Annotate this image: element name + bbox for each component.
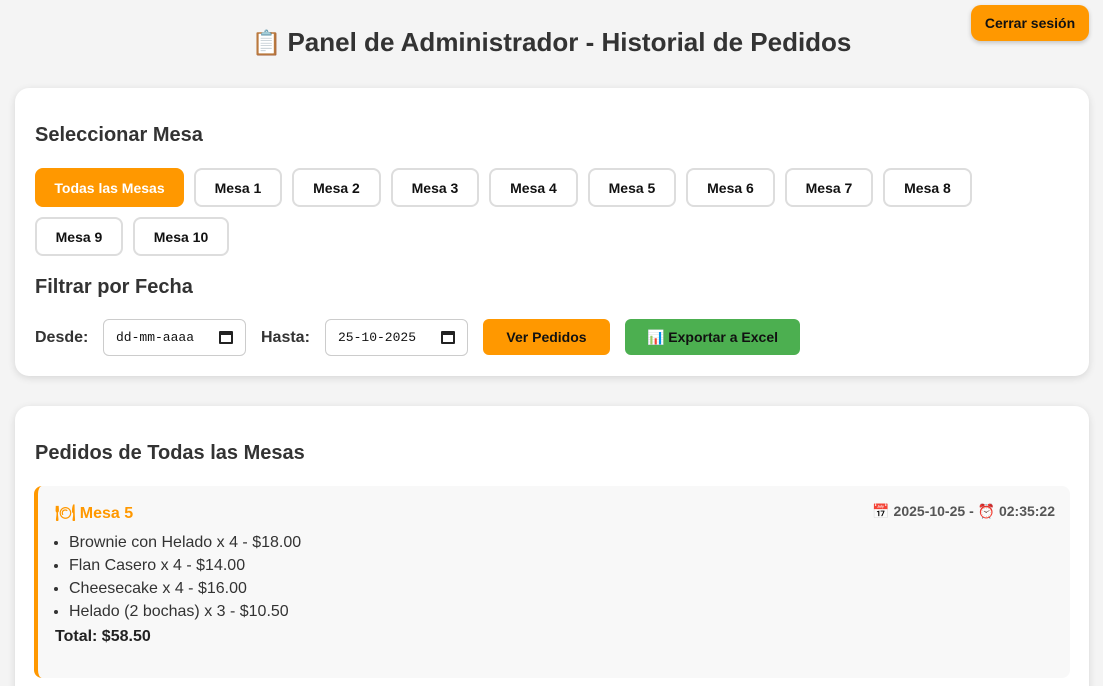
calendar-icon[interactable] — [219, 331, 233, 344]
orders-heading: Pedidos de Todas las Mesas — [35, 442, 305, 464]
filter-date-heading: Filtrar por Fecha — [35, 276, 193, 298]
order-item: Flan Casero x 4 - $14.00 — [69, 554, 301, 577]
desde-label: Desde: — [35, 329, 89, 346]
filters-card: Seleccionar Mesa Todas las Mesas Mesa 1 … — [15, 88, 1089, 376]
order-total: Total: $58.50 — [55, 628, 151, 645]
order-item: Cheesecake x 4 - $16.00 — [69, 577, 301, 600]
mesa-button-4[interactable]: Mesa 4 — [489, 168, 578, 207]
chart-icon: 📊 — [646, 328, 665, 345]
mesa-button-9[interactable]: Mesa 9 — [35, 217, 123, 256]
export-excel-label: Exportar a Excel — [668, 328, 779, 345]
order-items-list: Brownie con Helado x 4 - $18.00 Flan Cas… — [69, 531, 301, 623]
mesa-button-7[interactable]: Mesa 7 — [785, 168, 873, 207]
calendar-icon: 📅 — [872, 503, 890, 519]
mesa-button-6[interactable]: Mesa 6 — [686, 168, 775, 207]
datetime-separator: - — [969, 503, 974, 519]
export-excel-button[interactable]: 📊 Exportar a Excel — [625, 319, 800, 355]
page-title: 📋 Panel de Administrador - Historial de P… — [0, 24, 1103, 62]
order-time: 02:35:22 — [998, 503, 1055, 519]
page-title-text: Panel de Administrador - Historial de Pe… — [287, 27, 852, 57]
hasta-label: Hasta: — [261, 329, 310, 346]
hasta-date-value: 25-10-2025 — [338, 330, 417, 345]
mesa-button-10[interactable]: Mesa 10 — [133, 217, 229, 256]
clipboard-icon: 📋 — [251, 30, 282, 57]
mesa-button-5[interactable]: Mesa 5 — [588, 168, 676, 207]
plate-icon: 🍽 — [55, 505, 76, 522]
calendar-icon[interactable] — [441, 331, 455, 344]
order-item: Helado (2 bochas) x 3 - $10.50 — [69, 600, 301, 623]
hasta-date-input[interactable]: 25-10-2025 — [325, 319, 468, 356]
desde-date-value: dd-mm-aaaa — [116, 330, 195, 345]
mesa-button-3[interactable]: Mesa 3 — [391, 168, 479, 207]
mesa-button-8[interactable]: Mesa 8 — [883, 168, 972, 207]
order-item: Brownie con Helado x 4 - $18.00 — [69, 531, 301, 554]
ver-pedidos-button[interactable]: Ver Pedidos — [483, 319, 610, 355]
select-mesa-heading: Seleccionar Mesa — [35, 124, 203, 146]
mesa-button-2[interactable]: Mesa 2 — [292, 168, 381, 207]
desde-date-input[interactable]: dd-mm-aaaa — [103, 319, 246, 356]
order-card: 🍽 Mesa 5 📅 2025-10-25 - ⏰ 02:35:22 Brown… — [34, 486, 1070, 678]
mesa-button-all[interactable]: Todas las Mesas — [35, 168, 184, 207]
order-date: 2025-10-25 — [893, 503, 966, 519]
mesa-button-1[interactable]: Mesa 1 — [194, 168, 282, 207]
alarm-clock-icon: ⏰ — [977, 503, 996, 519]
orders-card: Pedidos de Todas las Mesas 🍽 Mesa 5 📅 20… — [15, 406, 1089, 686]
order-mesa: 🍽 Mesa 5 — [55, 503, 133, 523]
order-mesa-label: Mesa 5 — [79, 505, 134, 522]
order-datetime: 📅 2025-10-25 - ⏰ 02:35:22 — [872, 503, 1055, 520]
